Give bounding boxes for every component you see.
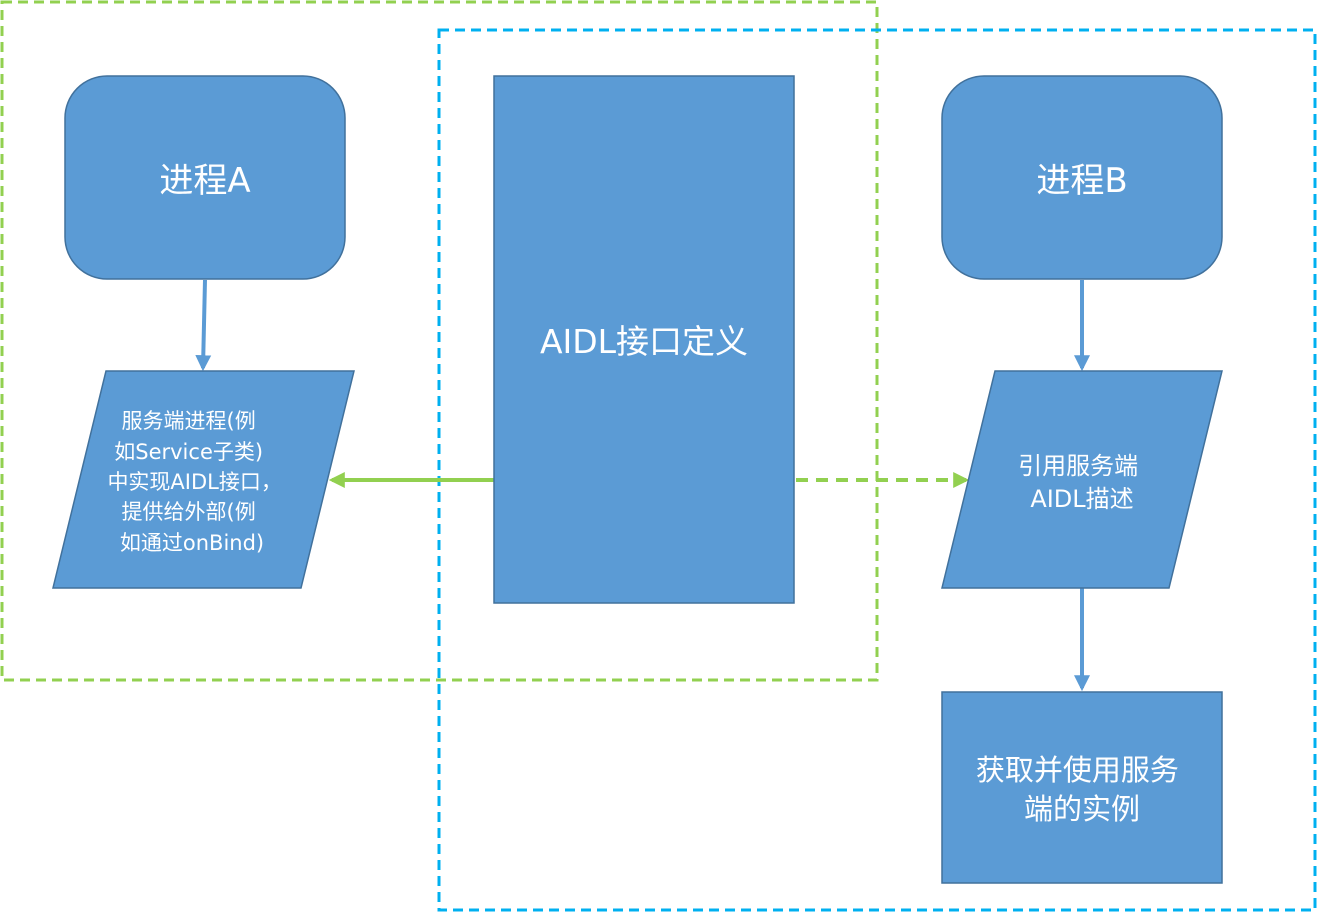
server-impl-line: 服务端进程(例 [122,409,256,433]
server-impl-line: 中实现AIDL接口， [107,470,281,494]
server-impl-text: 服务端进程(例 如Service子类) 中实现AIDL接口， 提供给外部(例 如… [107,409,288,555]
server-impl-line: 提供给外部(例 [122,500,256,524]
server-impl-line: 如Service子类) [114,440,263,464]
client-use-line: 获取并使用服务 [976,753,1179,787]
client-ref-line: 引用服务端 [1018,452,1138,480]
aidl-diagram: 进程A 进程B AIDL接口定义 服务端进程(例 如Service子类) 中实现… [0,0,1317,912]
process-b-label: 进程B [1036,161,1127,201]
client-ref-line: AIDL描述 [1030,485,1133,513]
client-use-node [941,691,1223,884]
server-impl-line: 如通过onBind) [120,531,264,555]
aidl-interface-label: AIDL接口定义 [540,322,748,361]
arrow-process-a-to-server-impl [195,279,212,372]
process-a-label: 进程A [159,161,250,201]
client-use-line: 端的实例 [1024,792,1140,826]
